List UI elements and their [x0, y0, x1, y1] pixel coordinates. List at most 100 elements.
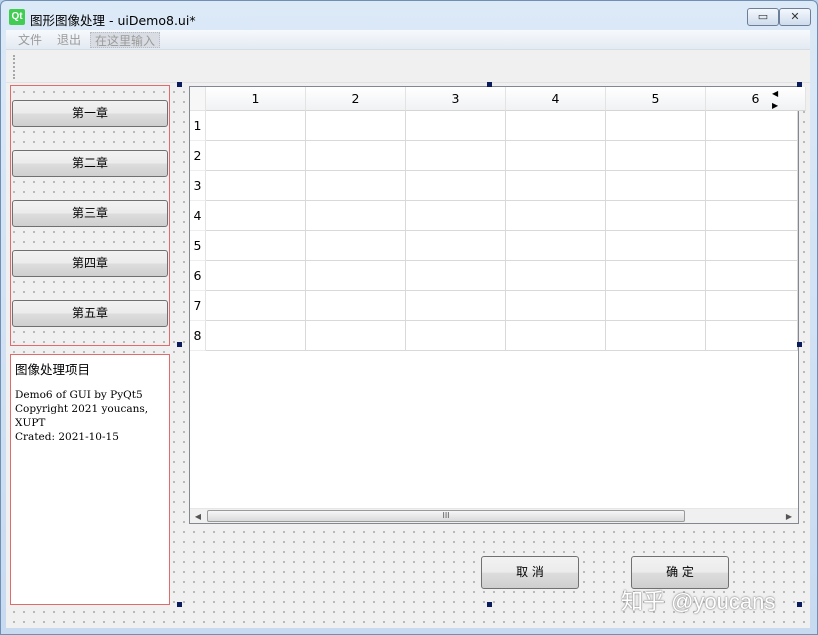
column-header[interactable]: 3: [406, 87, 506, 111]
row-header[interactable]: 4: [190, 201, 206, 231]
table-cell[interactable]: [306, 111, 406, 141]
table-cell[interactable]: [306, 171, 406, 201]
column-header[interactable]: 5: [606, 87, 706, 111]
table-cell[interactable]: [306, 261, 406, 291]
designer-form: 文件 退出 在这里输入 第一章 第二章 第三章 第四章 第五章 图像处理项目 D…: [6, 30, 810, 628]
project-info-line: Demo6 of GUI by PyQt5: [15, 389, 143, 401]
table-cell[interactable]: [306, 231, 406, 261]
project-info-title: 图像处理项目: [15, 362, 91, 377]
selection-handle[interactable]: [487, 82, 492, 87]
table-cell[interactable]: [406, 261, 506, 291]
selection-handle[interactable]: [797, 602, 802, 607]
table-cell[interactable]: [606, 141, 706, 171]
table-cell[interactable]: [606, 111, 706, 141]
project-info-line: Copyright 2021 youcans,: [15, 403, 149, 415]
column-header[interactable]: 2: [306, 87, 406, 111]
table-cell[interactable]: [706, 261, 798, 291]
table-cell[interactable]: [406, 141, 506, 171]
table-cell[interactable]: [706, 111, 798, 141]
selection-handle[interactable]: [487, 602, 492, 607]
table-cell[interactable]: [706, 291, 798, 321]
table-corner[interactable]: [190, 87, 206, 111]
project-info-line: XUPT: [15, 417, 46, 429]
qt-logo-icon: Qt: [9, 9, 25, 25]
table-cell[interactable]: [506, 231, 606, 261]
table-cell[interactable]: [606, 171, 706, 201]
table-cell[interactable]: [206, 201, 306, 231]
menu-exit[interactable]: 退出: [53, 32, 85, 48]
table-cell[interactable]: [306, 201, 406, 231]
table-cell[interactable]: [506, 201, 606, 231]
window-title: 图形图像处理 - uiDemo8.ui*: [30, 13, 196, 28]
table-cell[interactable]: [606, 261, 706, 291]
column-header[interactable]: 1: [206, 87, 306, 111]
chapter-1-button[interactable]: 第一章: [12, 100, 168, 127]
table-cell[interactable]: [506, 111, 606, 141]
row-header[interactable]: 8: [190, 321, 206, 351]
table-cell[interactable]: [706, 321, 798, 351]
title-bar[interactable]: Qt 图形图像处理 - uiDemo8.ui* ▭ ✕: [1, 1, 817, 29]
row-header[interactable]: 3: [190, 171, 206, 201]
chapter-2-button[interactable]: 第二章: [12, 150, 168, 177]
table-cell[interactable]: [506, 171, 606, 201]
table-cell[interactable]: [406, 321, 506, 351]
table-cell[interactable]: [406, 171, 506, 201]
table-cell[interactable]: [606, 291, 706, 321]
selection-handle[interactable]: [177, 82, 182, 87]
scroll-thumb[interactable]: III: [207, 510, 685, 522]
table-cell[interactable]: [306, 321, 406, 351]
table-cell[interactable]: [406, 291, 506, 321]
table-cell[interactable]: [206, 231, 306, 261]
cancel-button[interactable]: 取 消: [481, 556, 579, 589]
scroll-left-icon[interactable]: ◀: [191, 510, 205, 523]
scroll-right-icon[interactable]: ▶: [782, 510, 796, 523]
project-info-textbox[interactable]: 图像处理项目 Demo6 of GUI by PyQt5 Copyright 2…: [10, 354, 170, 605]
menu-file[interactable]: 文件: [14, 32, 46, 48]
selection-handle[interactable]: [177, 342, 182, 347]
menu-type-here[interactable]: 在这里输入: [90, 32, 161, 48]
close-button[interactable]: ✕: [779, 8, 811, 26]
table-cell[interactable]: [706, 201, 798, 231]
form-canvas: 第一章 第二章 第三章 第四章 第五章 图像处理项目 Demo6 of GUI …: [6, 82, 810, 628]
column-header[interactable]: 4: [506, 87, 606, 111]
table-cell[interactable]: [706, 231, 798, 261]
table-cell[interactable]: [506, 261, 606, 291]
row-header[interactable]: 1: [190, 111, 206, 141]
row-header[interactable]: 5: [190, 231, 206, 261]
table-cell[interactable]: [606, 321, 706, 351]
horizontal-scrollbar[interactable]: ◀ III ▶: [190, 508, 798, 523]
table-cell[interactable]: [306, 291, 406, 321]
selection-handle[interactable]: [797, 342, 802, 347]
selection-handle[interactable]: [797, 82, 802, 87]
chapter-5-button[interactable]: 第五章: [12, 300, 168, 327]
chapter-4-button[interactable]: 第四章: [12, 250, 168, 277]
table-cell[interactable]: [206, 291, 306, 321]
chapter-3-button[interactable]: 第三章: [12, 200, 168, 227]
watermark-text: 知乎 @youcans: [621, 589, 776, 614]
toolbar-grip-icon[interactable]: [13, 55, 16, 79]
table-cell[interactable]: [406, 201, 506, 231]
selection-handle[interactable]: [177, 602, 182, 607]
table-cell[interactable]: [406, 231, 506, 261]
table-cell[interactable]: [506, 291, 606, 321]
table-cell[interactable]: [206, 321, 306, 351]
table-cell[interactable]: [706, 171, 798, 201]
table-cell[interactable]: [606, 201, 706, 231]
table-cell[interactable]: [206, 141, 306, 171]
data-table[interactable]: 1 2 3 4 5 6 1 2 3 4 5 6 7 8 ◀ ▶ ◀ III ▶: [189, 86, 806, 524]
table-cell[interactable]: [406, 111, 506, 141]
table-cell[interactable]: [506, 141, 606, 171]
table-cell[interactable]: [506, 321, 606, 351]
row-header[interactable]: 2: [190, 141, 206, 171]
table-cell[interactable]: [206, 171, 306, 201]
tab-scroll-arrows-icon[interactable]: ◀ ▶: [772, 88, 798, 110]
row-header[interactable]: 6: [190, 261, 206, 291]
table-cell[interactable]: [306, 141, 406, 171]
minimize-button[interactable]: ▭: [747, 8, 779, 26]
row-header[interactable]: 7: [190, 291, 206, 321]
project-info-line: Crated: 2021-10-15: [15, 431, 119, 443]
table-cell[interactable]: [206, 261, 306, 291]
table-cell[interactable]: [206, 111, 306, 141]
table-cell[interactable]: [706, 141, 798, 171]
table-cell[interactable]: [606, 231, 706, 261]
